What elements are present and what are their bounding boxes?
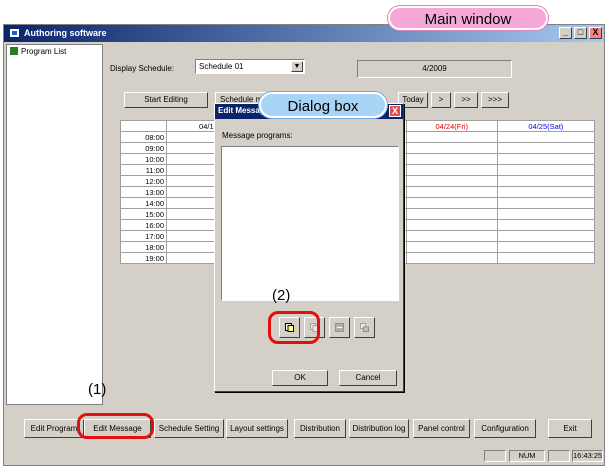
step-2-highlight bbox=[268, 311, 320, 344]
time-label: 15:00 bbox=[120, 208, 167, 220]
schedule-cell[interactable] bbox=[496, 164, 596, 176]
time-label: 09:00 bbox=[120, 142, 167, 154]
step-2-label: (2) bbox=[272, 287, 291, 304]
day-header[interactable]: 04/24(Fri) bbox=[405, 120, 498, 132]
layout-settings-button[interactable]: Layout settings bbox=[226, 419, 288, 438]
schedule-cell[interactable] bbox=[496, 197, 596, 209]
schedule-cell[interactable] bbox=[496, 175, 596, 187]
next-button[interactable]: > bbox=[431, 92, 451, 108]
time-label: 13:00 bbox=[120, 186, 167, 198]
program-list-icon bbox=[10, 47, 18, 55]
schedule-cell[interactable] bbox=[405, 252, 498, 264]
next-week-button[interactable]: >> bbox=[454, 92, 478, 108]
schedule-cell[interactable] bbox=[405, 131, 498, 143]
message-programs-list[interactable] bbox=[221, 146, 399, 301]
move-program-icon bbox=[360, 323, 369, 332]
distribution-log-button[interactable]: Distribution log bbox=[349, 419, 409, 438]
schedule-cell[interactable] bbox=[496, 230, 596, 242]
delete-program-button[interactable] bbox=[329, 317, 350, 338]
display-schedule-label: Display Schedule: bbox=[110, 64, 175, 73]
cancel-button[interactable]: Cancel bbox=[339, 370, 397, 386]
edit-program-button[interactable]: Edit Program bbox=[24, 419, 84, 438]
day-header[interactable]: 04/25(Sat) bbox=[496, 120, 596, 132]
status-bar: NUM 16:43:25 bbox=[4, 450, 604, 465]
schedule-cell[interactable] bbox=[496, 252, 596, 264]
schedule-cell[interactable] bbox=[496, 241, 596, 253]
schedule-cell[interactable] bbox=[405, 153, 498, 165]
program-list-label: Program List bbox=[21, 47, 67, 56]
status-time: 16:43:25 bbox=[572, 450, 603, 462]
next-month-button[interactable]: >>> bbox=[481, 92, 509, 108]
time-label: 08:00 bbox=[120, 131, 167, 143]
panel-control-button[interactable]: Panel control bbox=[413, 419, 470, 438]
start-editing-button[interactable]: Start Editing bbox=[124, 92, 208, 108]
schedule-cell[interactable] bbox=[496, 142, 596, 154]
status-num: NUM bbox=[509, 450, 545, 462]
edit-message-dialog: Edit Messag X Message programs: OK Cance… bbox=[214, 103, 404, 392]
delete-program-icon bbox=[335, 323, 344, 332]
app-icon bbox=[9, 28, 20, 38]
time-label: 19:00 bbox=[120, 252, 167, 264]
period-display: 4/2009 bbox=[357, 60, 512, 78]
schedule-setting-button[interactable]: Schedule Setting bbox=[154, 419, 224, 438]
schedule-cell[interactable] bbox=[496, 131, 596, 143]
schedule-cell[interactable] bbox=[405, 219, 498, 231]
schedule-cell[interactable] bbox=[496, 219, 596, 231]
maximize-button[interactable]: □ bbox=[574, 27, 587, 39]
program-list-item[interactable]: Program List bbox=[10, 47, 66, 56]
time-label: 12:00 bbox=[120, 175, 167, 187]
schedule-cell[interactable] bbox=[405, 197, 498, 209]
window-title: Authoring software bbox=[24, 28, 107, 38]
schedule-select[interactable]: Schedule 01 ▼ bbox=[195, 59, 305, 74]
configuration-button[interactable]: Configuration bbox=[474, 419, 536, 438]
schedule-cell[interactable] bbox=[405, 142, 498, 154]
dialog-box-callout: Dialog box bbox=[259, 92, 387, 118]
dialog-title: Edit Messag bbox=[218, 106, 265, 115]
schedule-cell[interactable] bbox=[405, 208, 498, 220]
schedule-cell[interactable] bbox=[496, 153, 596, 165]
schedule-cell[interactable] bbox=[405, 186, 498, 198]
schedule-cell[interactable] bbox=[405, 230, 498, 242]
schedule-cell[interactable] bbox=[496, 186, 596, 198]
program-list-pane[interactable]: Program List bbox=[6, 44, 103, 405]
time-label: 18:00 bbox=[120, 241, 167, 253]
step-1-label: (1) bbox=[88, 381, 107, 398]
status-cell-empty-2 bbox=[548, 450, 570, 462]
status-cell-empty-1 bbox=[484, 450, 506, 462]
time-label: 10:00 bbox=[120, 153, 167, 165]
step-1-highlight bbox=[77, 413, 154, 439]
exit-button[interactable]: Exit bbox=[548, 419, 592, 438]
move-program-button[interactable] bbox=[354, 317, 375, 338]
message-programs-label: Message programs: bbox=[222, 131, 293, 140]
schedule-select-value: Schedule 01 bbox=[199, 62, 244, 71]
time-label: 17:00 bbox=[120, 230, 167, 242]
main-window-callout: Main window bbox=[388, 6, 548, 30]
time-label: 16:00 bbox=[120, 219, 167, 231]
schedule-cell[interactable] bbox=[496, 208, 596, 220]
schedule-cell[interactable] bbox=[405, 164, 498, 176]
time-label: 14:00 bbox=[120, 197, 167, 209]
close-button[interactable]: X bbox=[589, 27, 602, 39]
schedule-cell[interactable] bbox=[405, 241, 498, 253]
grid-corner bbox=[120, 120, 167, 132]
distribution-button[interactable]: Distribution bbox=[294, 419, 346, 438]
dialog-close-icon[interactable]: X bbox=[389, 105, 401, 117]
time-label: 11:00 bbox=[120, 164, 167, 176]
chevron-down-icon[interactable]: ▼ bbox=[291, 61, 303, 72]
schedule-cell[interactable] bbox=[405, 175, 498, 187]
ok-button[interactable]: OK bbox=[272, 370, 328, 386]
minimize-button[interactable]: _ bbox=[559, 27, 572, 39]
